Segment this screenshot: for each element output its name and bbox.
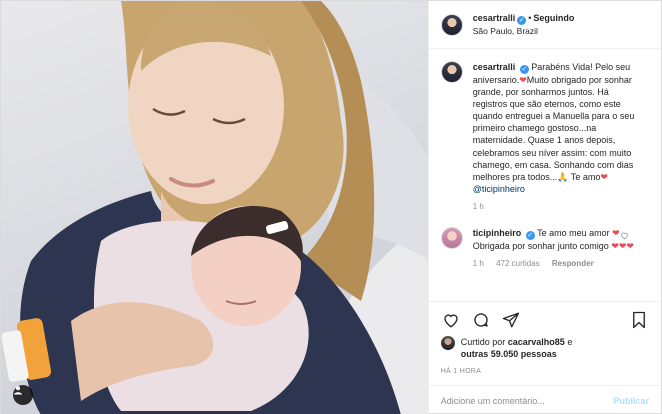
comment-bubble-icon[interactable] — [471, 310, 491, 330]
caption-text-3: Te amo — [570, 171, 601, 182]
avatar[interactable] — [440, 13, 463, 36]
post-timestamp[interactable]: HÁ 1 HORA — [441, 368, 649, 375]
post-header: cesartralli ✓ • Seguindo São Paulo, Brazil — [428, 1, 661, 49]
share-paper-plane-icon[interactable] — [501, 310, 521, 330]
post-container: cesartralli ✓ • Seguindo São Paulo, Brazil … — [0, 0, 662, 414]
photo-illustration — [1, 1, 428, 414]
praying-hands-emoji: 🙏 — [557, 171, 569, 182]
reply-button[interactable]: Responder — [552, 259, 594, 268]
comment-text-1: Te amo meu amor — [537, 228, 610, 239]
header-username[interactable]: cesartralli — [473, 13, 516, 23]
hearts-emoji: ❤❤❤ — [611, 241, 634, 252]
liked-by-user[interactable]: cacarvalho85 — [508, 337, 565, 347]
comment-item: ticipinheiro ✓ Te amo meu amor ❤ Obrigad… — [440, 227, 649, 270]
comment-like-icon[interactable] — [620, 231, 629, 242]
location-link[interactable]: São Paulo, Brazil — [473, 25, 575, 37]
liked-by-line: Curtido por cacarvalho85 e outras 59.050… — [440, 336, 649, 360]
liked-by-avatar[interactable] — [440, 336, 455, 350]
post-photo[interactable] — [1, 1, 428, 414]
caption: cesartralli ✓ Parabéns Vida! Pelo seu an… — [440, 61, 649, 213]
post-side-panel: cesartralli ✓ • Seguindo São Paulo, Brazil … — [427, 1, 661, 414]
publish-button[interactable]: Publicar — [613, 396, 649, 406]
liked-by-conj: e — [567, 337, 573, 347]
separator-dot: • — [528, 13, 532, 23]
comment-time[interactable]: 1 h — [473, 259, 484, 268]
caption-time[interactable]: 1 h — [473, 202, 484, 211]
caption-username[interactable]: cesartralli — [473, 62, 516, 72]
verified-badge-icon: ✓ — [525, 231, 535, 241]
user-tag-icon[interactable] — [13, 385, 33, 405]
follow-status-button[interactable]: Seguindo — [533, 13, 574, 23]
add-comment-bar: Publicar — [428, 385, 661, 414]
verified-badge-icon: ✓ — [517, 16, 527, 25]
liked-by-others[interactable]: outras 59.050 pessoas — [461, 349, 557, 359]
post-actions: Curtido por cacarvalho85 e outras 59.050… — [428, 301, 661, 375]
bookmark-icon[interactable] — [629, 310, 649, 330]
caption-text-2: Muito obrigado por sonhar grande, por so… — [472, 75, 635, 182]
comments-section: cesartralli ✓ Parabéns Vida! Pelo seu an… — [429, 49, 661, 301]
like-heart-icon[interactable] — [441, 310, 461, 330]
heart-emoji: ❤ — [600, 171, 608, 182]
comment-text-2: Obrigada por sonhar junto comigo — [472, 241, 609, 252]
comment-likes[interactable]: 472 curtidas — [496, 259, 540, 268]
comment-avatar[interactable] — [440, 227, 463, 250]
liked-by-prefix: Curtido por — [460, 337, 506, 347]
comment-input[interactable] — [440, 395, 614, 406]
heart-emoji: ❤ — [612, 228, 620, 239]
heart-emoji: ❤ — [519, 75, 527, 85]
comment-username[interactable]: ticipinheiro — [473, 228, 522, 238]
mention-link[interactable]: @ticipinheiro — [473, 184, 525, 194]
verified-badge-icon: ✓ — [519, 65, 529, 74]
caption-avatar[interactable] — [440, 61, 463, 83]
